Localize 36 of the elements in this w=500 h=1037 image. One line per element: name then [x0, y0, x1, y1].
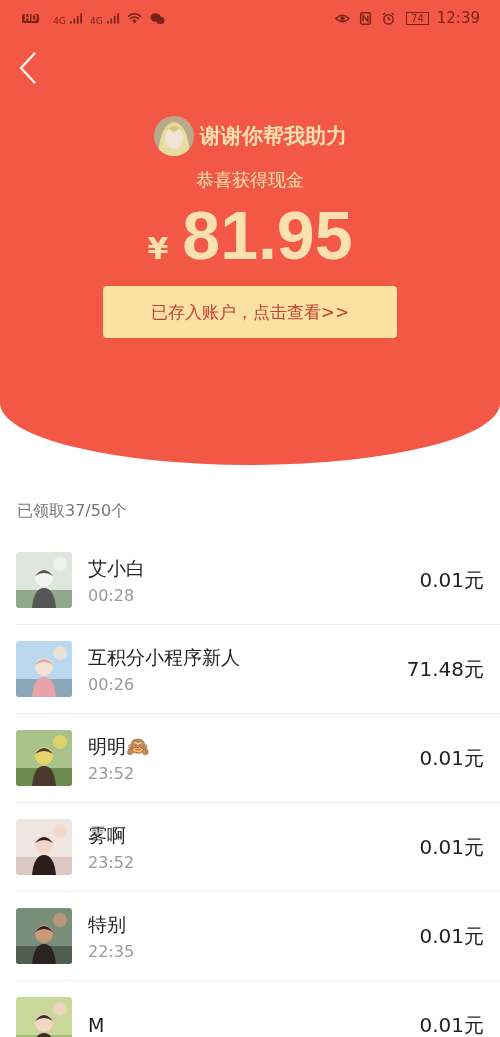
subtitle: 恭喜获得现金 — [196, 168, 304, 192]
user-name: 雾啊 — [88, 822, 127, 848]
user-name: 艾小白 — [88, 555, 146, 581]
received-amount: 0.01元 — [419, 833, 484, 861]
back-icon[interactable] — [18, 51, 38, 85]
signal-icon — [106, 12, 119, 24]
received-amount: 0.01元 — [419, 1011, 484, 1037]
claim-time: 00:28 — [88, 585, 136, 605]
chat-icon — [149, 11, 165, 25]
view-account-button[interactable]: 已存入账户，点击查看>> — [103, 286, 397, 338]
cash-amount: 81.95 — [182, 196, 353, 274]
eye-icon — [335, 11, 351, 25]
user-name: 互积分小程序新人 — [88, 644, 241, 670]
claim-time: 23:52 — [88, 852, 136, 872]
currency-symbol: ¥ — [147, 231, 169, 266]
sender-title: 谢谢你帮我助力 — [199, 123, 347, 150]
alarm-icon — [381, 11, 397, 25]
hd-indicator: HD — [22, 13, 40, 23]
user-name: 特别 — [88, 911, 127, 937]
received-amount: 0.01元 — [419, 566, 484, 594]
received-amount: 71.48元 — [406, 655, 484, 683]
battery-indicator: 74 — [406, 11, 429, 25]
user-name: 明明🙈 — [88, 733, 151, 759]
nfc-icon — [358, 11, 374, 25]
claimed-count: 已领取37/50个 — [17, 501, 129, 522]
network-label: 4G — [90, 16, 103, 26]
clock-time: 12:39 — [436, 9, 480, 27]
user-name: M — [88, 1014, 106, 1036]
signal-icon — [70, 12, 83, 24]
received-amount: 0.01元 — [419, 922, 484, 950]
received-amount: 0.01元 — [419, 744, 484, 772]
wifi-icon — [126, 11, 142, 25]
claim-time: 22:35 — [88, 941, 136, 961]
claim-time: 23:52 — [88, 763, 136, 783]
network-label: 4G — [53, 16, 67, 26]
claim-time: 00:26 — [88, 674, 136, 694]
